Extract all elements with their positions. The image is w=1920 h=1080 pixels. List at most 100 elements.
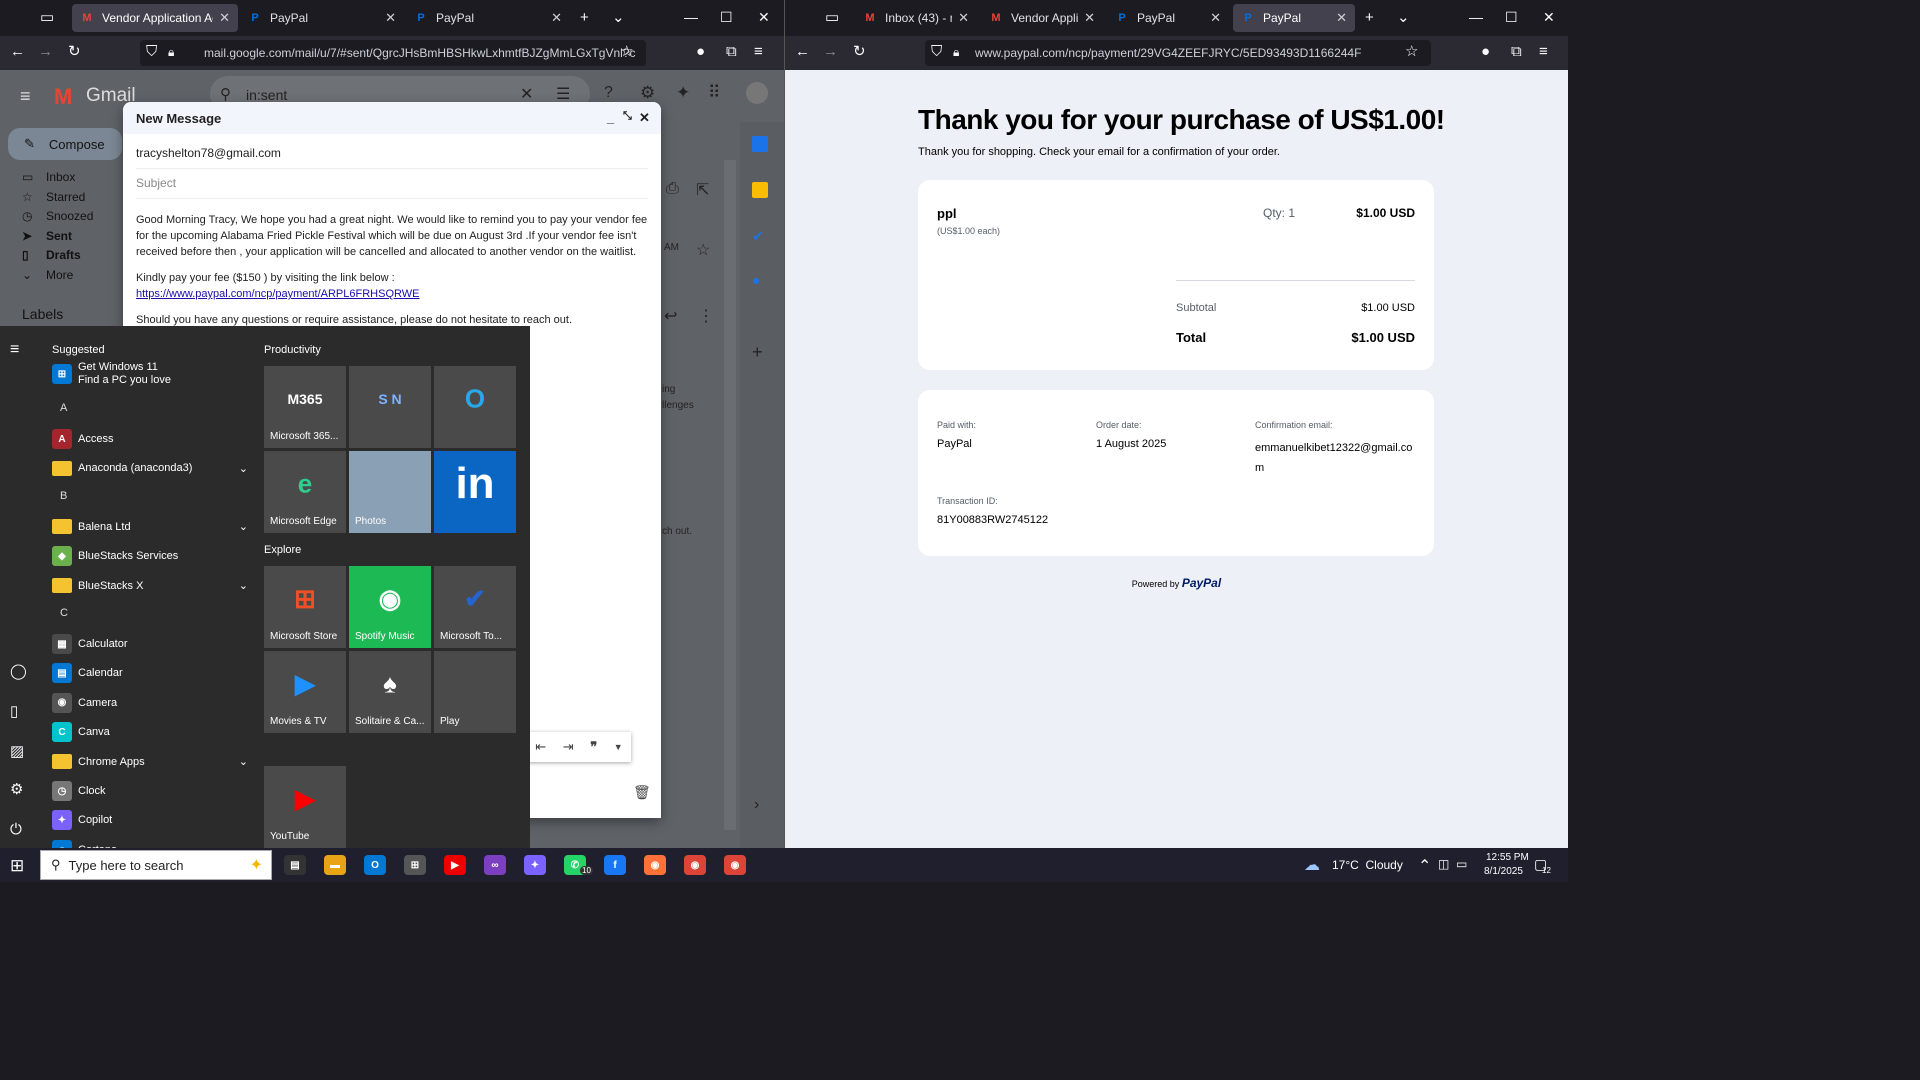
keep-app-icon[interactable] [752, 182, 768, 198]
left-browser-tab[interactable]: P PayPal ✕ [406, 4, 570, 32]
subject-field[interactable]: Subject [136, 168, 648, 199]
bookmark-star-icon[interactable]: ☆ [620, 42, 633, 62]
tab-overview-icon[interactable]: ▭ [825, 8, 839, 28]
start-tile[interactable]: ⊞ Microsoft Store [264, 566, 346, 648]
apps-grid-icon[interactable]: ⠿ [708, 83, 720, 103]
minimize-compose-icon[interactable]: _ [607, 110, 614, 125]
letter-group-header[interactable]: A [60, 402, 67, 414]
url-bar[interactable]: www.paypal.com/ncp/payment/29VG4ZEEFJRYC… [925, 40, 1431, 66]
contacts-app-icon[interactable]: ● [752, 272, 760, 288]
start-app-item[interactable]: BlueStacks X ⌄ [52, 574, 248, 598]
tab-overview-icon[interactable]: ▭ [40, 8, 54, 28]
expand-panel-icon[interactable]: › [754, 796, 759, 814]
right-browser-tab[interactable]: M Inbox (43) - nyam ✕ [855, 4, 977, 32]
new-tab-icon[interactable]: + [1365, 8, 1374, 28]
right-browser-tab[interactable]: P PayPal ✕ [1233, 4, 1355, 32]
start-app-item[interactable]: Anaconda (anaconda3) ⌄ [52, 456, 248, 480]
search-options-icon[interactable]: ☰ [556, 84, 570, 104]
indent-less-icon[interactable]: ⇤ [535, 739, 546, 755]
gemini-icon[interactable]: ✦ [676, 83, 690, 103]
start-tile[interactable]: O [434, 366, 516, 448]
start-tile[interactable]: e Microsoft Edge [264, 451, 346, 533]
start-tile[interactable]: ▶ YouTube [264, 766, 346, 848]
right-browser-tab[interactable]: P PayPal ✕ [1107, 4, 1229, 32]
close-tab-icon[interactable]: ✕ [385, 10, 396, 26]
gmail-nav-more[interactable]: ⌄ More [22, 268, 73, 282]
clear-search-icon[interactable]: ✕ [520, 84, 533, 104]
reload-icon[interactable]: ↻ [853, 42, 866, 62]
more-formatting-icon[interactable]: ▼ [614, 742, 623, 752]
account-icon[interactable]: ● [1481, 42, 1490, 62]
indent-more-icon[interactable]: ⇥ [563, 739, 574, 755]
pictures-icon[interactable]: ▨ [10, 742, 24, 762]
chrome-icon[interactable]: ◉ [684, 855, 706, 875]
letter-group-header[interactable]: C [60, 607, 68, 619]
back-icon[interactable]: ← [10, 42, 25, 62]
payment-link[interactable]: https://www.paypal.com/ncp/payment/ARPL6… [136, 288, 419, 300]
start-tile[interactable]: ▶ Movies & TV [264, 651, 346, 733]
chevron-down-icon[interactable]: ⌄ [239, 462, 248, 475]
outlook-icon[interactable]: O [364, 855, 386, 875]
back-icon[interactable]: ← [795, 42, 810, 62]
start-app-item[interactable]: ◷ Clock [52, 779, 248, 803]
account-avatar[interactable] [746, 82, 768, 104]
account-icon[interactable]: ● [696, 42, 705, 62]
gmail-nav-drafts[interactable]: ▯ Drafts [22, 248, 81, 262]
close-compose-icon[interactable]: ✕ [639, 110, 650, 126]
user-icon[interactable]: ◯ [10, 662, 27, 682]
close-window-icon[interactable]: ✕ [758, 9, 770, 26]
to-field[interactable]: tracyshelton78@gmail.com [136, 138, 648, 169]
close-tab-icon[interactable]: ✕ [1336, 10, 1347, 26]
documents-icon[interactable]: ▯ [10, 702, 18, 722]
taskbar-search-box[interactable]: ⚲ Type here to search ✦ [40, 850, 272, 880]
hamburger-icon[interactable]: ≡ [10, 340, 19, 360]
task-view-icon[interactable]: ▤ [284, 855, 306, 875]
gmail-scrollbar[interactable] [724, 160, 736, 830]
maximize-icon[interactable]: ☐ [720, 9, 733, 26]
minimize-icon[interactable]: — [1469, 9, 1483, 25]
start-tile[interactable]: Play [434, 651, 516, 733]
store-icon[interactable]: ⊞ [404, 855, 426, 875]
start-app-item[interactable]: ⊞ Get Windows 11 Find a PC you love [52, 361, 248, 386]
gmail-nav-starred[interactable]: ☆ Starred [22, 190, 85, 204]
add-app-icon[interactable]: + [752, 342, 763, 363]
start-app-item[interactable]: Chrome Apps ⌄ [52, 750, 248, 774]
app-icon[interactable]: ∞ [484, 855, 506, 875]
close-tab-icon[interactable]: ✕ [1210, 10, 1221, 26]
start-app-item[interactable]: ○Cortana [52, 838, 248, 848]
gmail-menu-icon[interactable]: ≡ [20, 86, 31, 106]
start-tile[interactable]: in [434, 451, 516, 533]
new-tab-icon[interactable]: + [580, 8, 589, 28]
left-browser-tab[interactable]: M Vendor Application Accepte ✕ [72, 4, 238, 32]
clock-time[interactable]: 12:55 PM [1486, 852, 1529, 863]
minimize-icon[interactable]: — [684, 9, 698, 25]
print-icon[interactable]: ⎙ [666, 180, 679, 198]
bookmark-star-icon[interactable]: ☆ [1405, 42, 1418, 62]
more-vert-icon[interactable]: ⋮ [698, 306, 714, 326]
settings-gear-icon[interactable]: ⚙ [640, 83, 655, 103]
left-browser-tab[interactable]: P PayPal ✕ [240, 4, 404, 32]
calendar-app-icon[interactable] [752, 136, 768, 152]
file-explorer-icon[interactable]: ▬ [324, 855, 346, 875]
star-icon[interactable]: ☆ [696, 240, 710, 260]
fullscreen-compose-icon[interactable]: ⤡ [623, 110, 632, 123]
facebook-icon[interactable]: f [604, 855, 626, 875]
chevron-down-icon[interactable]: ⌄ [239, 520, 248, 533]
reply-icon[interactable]: ↩ [664, 306, 677, 326]
chevron-down-icon[interactable]: ⌄ [239, 579, 248, 592]
start-app-item[interactable]: ▦ Calculator [52, 632, 248, 656]
tab-list-chevron-icon[interactable]: ⌄ [612, 8, 625, 28]
copilot-icon[interactable]: ✦ [524, 855, 546, 875]
start-app-item[interactable]: C Canva [52, 720, 248, 744]
right-browser-tab[interactable]: M Vendor Applicatio ✕ [981, 4, 1103, 32]
close-tab-icon[interactable]: ✕ [551, 10, 562, 26]
tray-chevron-icon[interactable]: ⌃ [1418, 856, 1431, 876]
compose-button[interactable]: ✎ Compose [8, 128, 122, 160]
maximize-icon[interactable]: ☐ [1505, 9, 1518, 26]
discard-draft-icon[interactable]: 🗑︎ [633, 784, 651, 801]
tasks-app-icon[interactable]: ✔ [752, 228, 764, 245]
settings-icon[interactable]: ⚙ [10, 780, 23, 800]
clock-date[interactable]: 8/1/2025 [1484, 866, 1523, 877]
start-app-item[interactable]: ◉ Camera [52, 691, 248, 715]
start-app-item[interactable]: A Access [52, 427, 248, 451]
